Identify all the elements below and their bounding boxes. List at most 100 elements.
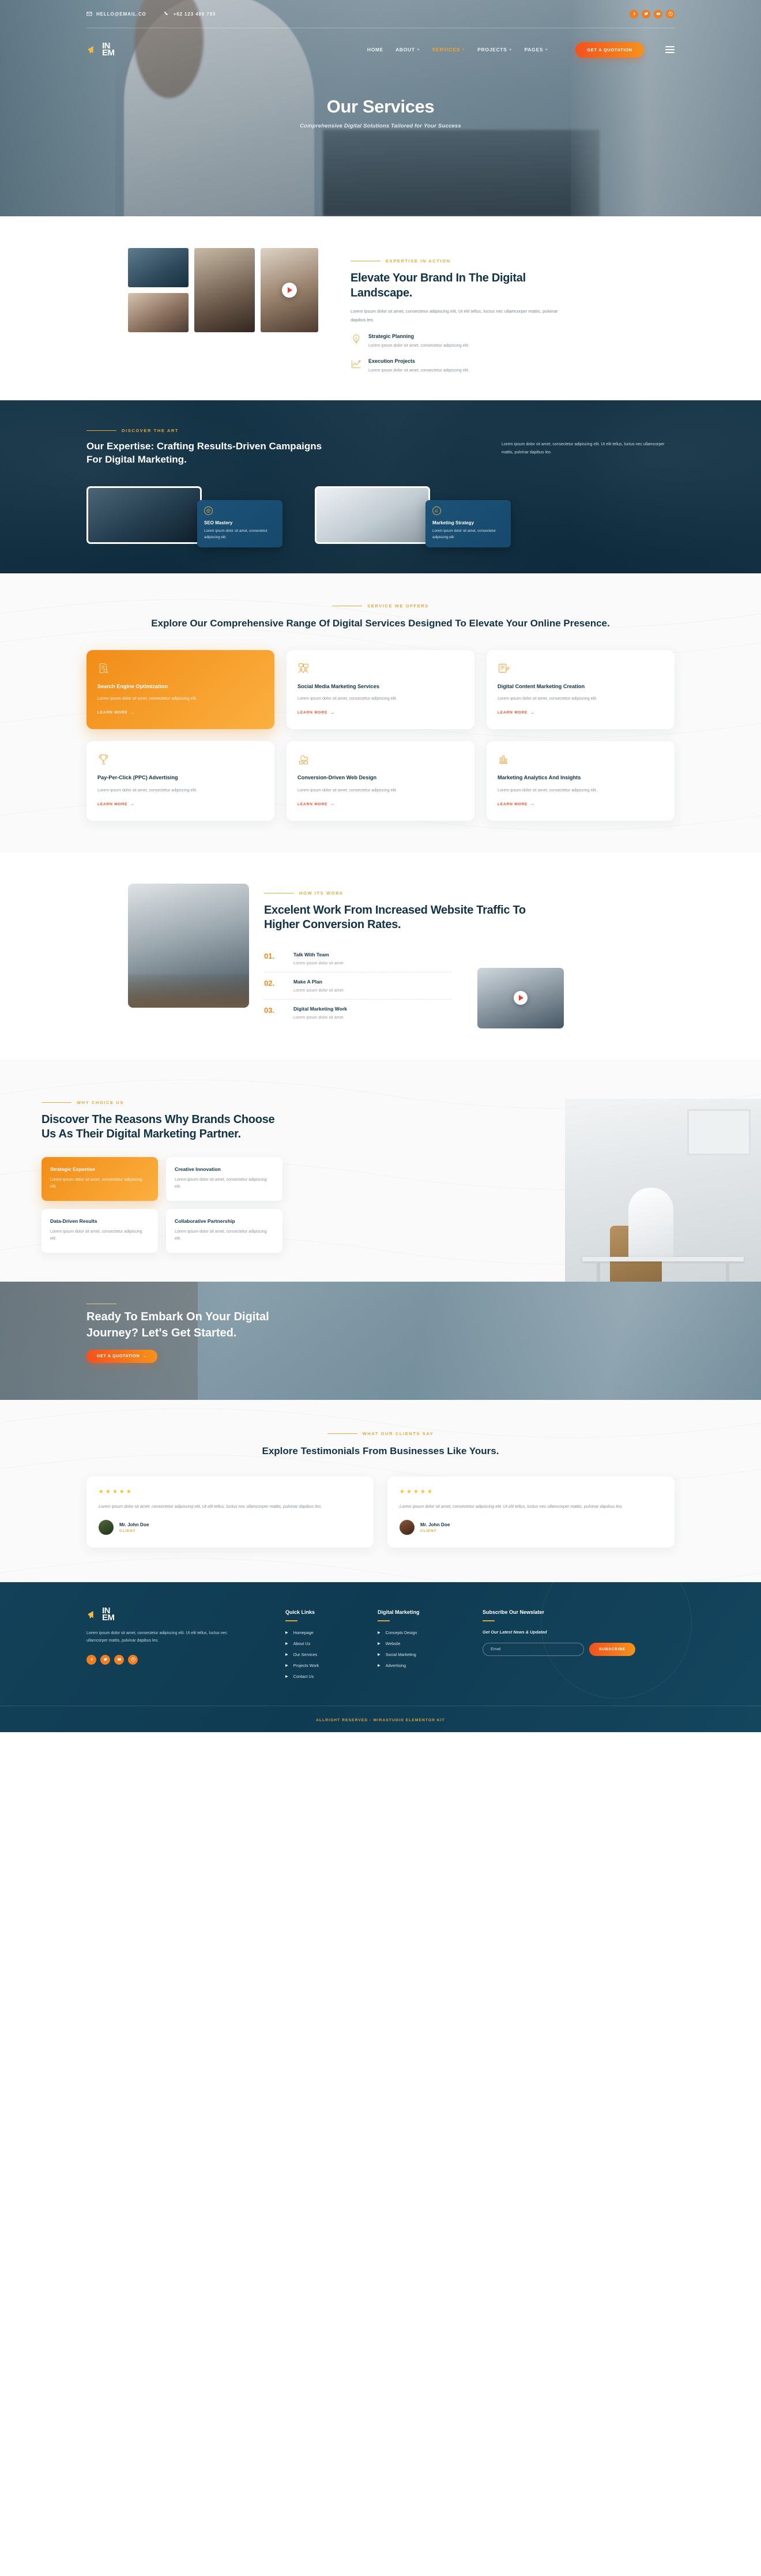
footer-link-item[interactable]: ▶ Our Services bbox=[285, 1652, 378, 1657]
star-icon: ★ bbox=[413, 1489, 419, 1495]
service-card-seo[interactable]: Search Engine Optimization Lorem ipsum d… bbox=[86, 650, 274, 730]
service-card-ppc[interactable]: Pay-Per-Click (PPC) Advertising Lorem ip… bbox=[86, 741, 274, 821]
site-logo[interactable]: IN EM bbox=[86, 42, 115, 57]
pinterest-icon[interactable] bbox=[128, 1654, 138, 1665]
footer-link-item[interactable]: ▶ Projects Work bbox=[285, 1663, 378, 1668]
footer-link[interactable]: Social Marketing bbox=[386, 1652, 416, 1657]
about-image-stack bbox=[128, 248, 189, 332]
footer-logo[interactable]: IN EM bbox=[86, 1606, 231, 1622]
get-quotation-button[interactable]: GET A QUOTATION bbox=[575, 42, 644, 58]
step-text: Lorem ipsum dolor sit amet bbox=[293, 960, 344, 966]
chevron-plus-icon: + bbox=[462, 47, 466, 52]
service-card-webdesign[interactable]: Conversion-Driven Web Design Lorem ipsum… bbox=[287, 741, 474, 821]
testimonial-quote: Lorem ipsum dolor sit amet, consectetur … bbox=[400, 1504, 623, 1509]
learn-more-link[interactable]: LEARN MORE → bbox=[97, 710, 135, 715]
why-card-data-driven-results[interactable]: Data-Driven Results Lorem ipsum dolor si… bbox=[42, 1208, 158, 1253]
nav-item-projects[interactable]: PROJECTS + bbox=[477, 47, 512, 52]
lightbulb-idea-icon: $ bbox=[351, 333, 362, 345]
newsletter-email-input[interactable] bbox=[483, 1643, 584, 1657]
hero-subtitle: Comprehensive Digital Solutions Tailored… bbox=[300, 123, 461, 129]
hamburger-menu-icon[interactable] bbox=[665, 46, 675, 53]
nav-item-about[interactable]: ABOUT + bbox=[395, 47, 420, 52]
footer-link-item[interactable]: ▶ Concepts Design bbox=[378, 1630, 470, 1635]
cta-button-label: GET A QUOTATION bbox=[97, 1354, 140, 1359]
footer-link[interactable]: Website bbox=[386, 1641, 401, 1646]
services-kicker-text: SERVICE WE OFFERS bbox=[367, 603, 429, 609]
pinterest-icon[interactable] bbox=[666, 9, 675, 18]
footer-link[interactable]: Our Services bbox=[293, 1652, 318, 1657]
why-card-text: Lorem ipsum dolor sit amet, consectetur … bbox=[50, 1229, 142, 1241]
service-card-social[interactable]: Social Media Marketing Services Lorem ip… bbox=[287, 650, 474, 730]
learn-more-link[interactable]: LEARN MORE → bbox=[97, 802, 135, 806]
footer-link-item[interactable]: ▶ Website bbox=[378, 1641, 470, 1646]
topbar-social-links bbox=[630, 9, 675, 18]
footer-link[interactable]: Homepage bbox=[293, 1630, 314, 1635]
footer-link[interactable]: Advertising bbox=[386, 1663, 406, 1668]
about-kicker: EXPERTISE IN ACTION bbox=[351, 258, 571, 264]
learn-more-link[interactable]: LEARN MORE → bbox=[498, 802, 535, 806]
contact-email[interactable]: HELLO@EMAIL.CO bbox=[86, 11, 146, 17]
trophy-icon bbox=[97, 753, 110, 765]
cta-heading: Ready To Embark On Your Digital Journey?… bbox=[86, 1310, 269, 1339]
footer-link-item[interactable]: ▶ Homepage bbox=[285, 1630, 378, 1635]
services-kicker: SERVICE WE OFFERS bbox=[86, 603, 675, 609]
cta-quotation-button[interactable]: GET A QUOTATION → bbox=[86, 1350, 157, 1364]
strategy-card-image bbox=[315, 486, 430, 545]
why-card-collaborative-partnership[interactable]: Collaborative Partnership Lorem ipsum do… bbox=[166, 1208, 282, 1253]
footer-link[interactable]: Concepts Design bbox=[386, 1630, 417, 1635]
footer-link-item[interactable]: ▶ Advertising bbox=[378, 1663, 470, 1668]
footer-link[interactable]: Contact Us bbox=[293, 1674, 314, 1679]
play-button-icon[interactable] bbox=[514, 991, 528, 1005]
contact-phone[interactable]: +62 123 486 789 bbox=[164, 11, 216, 17]
expertise-card-strategy[interactable]: Marketing Strategy Lorem ipsum dolor sit… bbox=[315, 486, 511, 547]
card-text: Lorem ipsum dolor sit amet, consectetur … bbox=[204, 529, 268, 539]
caret-right-icon: ▶ bbox=[378, 1631, 380, 1635]
service-text: Lorem ipsum dolor sit amet, consectetur … bbox=[97, 787, 197, 793]
caret-right-icon: ▶ bbox=[285, 1653, 288, 1657]
about-paragraph: Lorem ipsum dolor sit amet, consectetur … bbox=[351, 309, 558, 322]
youtube-icon[interactable] bbox=[114, 1654, 124, 1665]
author-role: CLIENT bbox=[119, 1529, 136, 1533]
about-video-thumb[interactable] bbox=[261, 248, 318, 332]
chevron-plus-icon: + bbox=[508, 47, 513, 52]
learn-more-link[interactable]: LEARN MORE → bbox=[498, 710, 535, 715]
chevron-plus-icon: + bbox=[416, 47, 420, 52]
testimonial-author: Mr. John Doe CLIENT bbox=[99, 1520, 361, 1535]
service-text: Lorem ipsum dolor sit amet, consectetur … bbox=[498, 696, 597, 701]
subscribe-button[interactable]: SUBSCRIBE bbox=[589, 1643, 635, 1657]
why-card-creative-innovation[interactable]: Creative Innovation Lorem ipsum dolor si… bbox=[166, 1156, 282, 1201]
nav-item-home[interactable]: HOME bbox=[367, 47, 383, 52]
expertise-card-seo[interactable]: SEO Mastery Lorem ipsum dolor sit amet, … bbox=[86, 486, 282, 547]
service-card-content[interactable]: Digital Content Marketing Creation Lorem… bbox=[487, 650, 675, 730]
about-photo-handshake bbox=[128, 293, 189, 332]
testimonials-grid: ★ ★ ★ ★ ★ Lorem ipsum dolor sit amet, consec… bbox=[86, 1477, 675, 1548]
twitter-icon[interactable] bbox=[100, 1654, 110, 1665]
globe-seo-icon bbox=[204, 506, 213, 516]
play-button-icon[interactable] bbox=[282, 283, 297, 298]
learn-more-link[interactable]: LEARN MORE → bbox=[297, 710, 335, 715]
footer-link-item[interactable]: ▶ Contact Us bbox=[285, 1674, 378, 1679]
rating-stars: ★ ★ ★ ★ ★ bbox=[99, 1489, 361, 1495]
footer-link-item[interactable]: ▶ About Us bbox=[285, 1641, 378, 1646]
work-kicker: HOW ITS WORK bbox=[264, 891, 564, 896]
footer-link[interactable]: Projects Work bbox=[293, 1663, 319, 1668]
why-card-strategic-expertise[interactable]: Strategic Expertise Lorem ipsum dolor si… bbox=[42, 1156, 158, 1201]
youtube-icon[interactable] bbox=[654, 9, 662, 18]
nav-item-pages[interactable]: PAGES + bbox=[525, 47, 549, 52]
footer-link-item[interactable]: ▶ Social Marketing bbox=[378, 1652, 470, 1657]
copyright-text: ALLRIGHT RESERVED - WIRASTUDIO ELEMENTOR… bbox=[316, 1718, 445, 1723]
how-it-works-section: HOW ITS WORK Excelent Work From Increase… bbox=[0, 852, 761, 1060]
facebook-icon[interactable] bbox=[86, 1654, 96, 1665]
facebook-icon[interactable] bbox=[630, 9, 638, 18]
footer-link[interactable]: About Us bbox=[293, 1641, 311, 1646]
service-card-analytics[interactable]: Marketing Analytics And Insights Lorem i… bbox=[487, 741, 675, 821]
nav-item-services[interactable]: SERVICES + bbox=[432, 47, 465, 52]
twitter-icon[interactable] bbox=[642, 9, 650, 18]
how-it-works-video[interactable] bbox=[477, 967, 564, 1028]
about-photo-meeting bbox=[128, 248, 189, 287]
learn-more-link[interactable]: LEARN MORE → bbox=[297, 802, 335, 806]
strategy-card-overlay: Marketing Strategy Lorem ipsum dolor sit… bbox=[425, 500, 511, 547]
step-number: 03. bbox=[264, 1005, 275, 1015]
card-title: SEO Mastery bbox=[204, 520, 233, 526]
caret-right-icon: ▶ bbox=[285, 1674, 288, 1678]
